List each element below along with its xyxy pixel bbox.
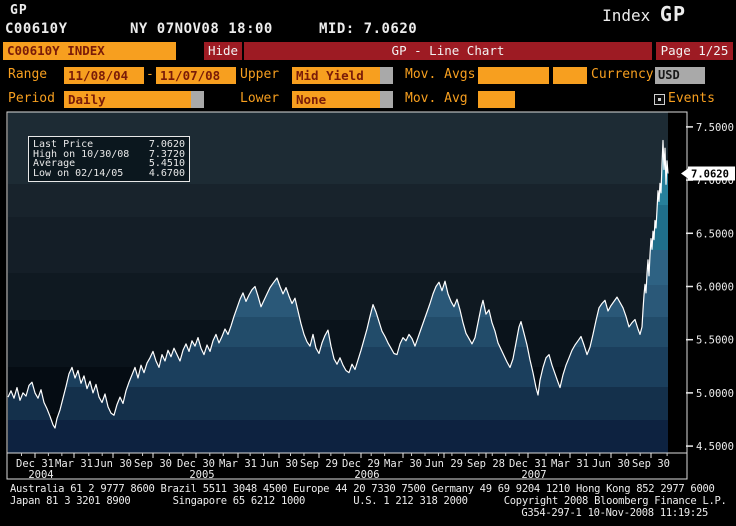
x-tick-label: Mar 31 [551, 458, 589, 470]
line-chart: 7.50007.00006.50006.00005.50005.00004.50… [0, 0, 736, 526]
x-year-label: 2005 [189, 469, 214, 481]
x-axis: Dec 312004Mar 31Jun 30Sep 30Dec 302005Ma… [16, 453, 670, 481]
x-tick-label: Jun 30 [592, 458, 630, 470]
footer-contacts-line2: Japan 81 3 3201 8900 Singapore 65 6212 1… [10, 495, 727, 507]
x-tick-label: Sep 30 [134, 458, 172, 470]
x-year-label: 2006 [354, 469, 379, 481]
chart-legend: Last Price7.0620 High on 10/30/087.3720 … [28, 136, 190, 182]
last-price-marker: 7.0620 [681, 166, 735, 180]
y-tick-label: 5.5000 [696, 335, 734, 347]
y-tick-label: 6.5000 [696, 228, 734, 240]
x-year-label: 2004 [28, 469, 53, 481]
x-tick-label: Mar 31 [219, 458, 257, 470]
x-tick-label: Jun 30 [260, 458, 298, 470]
y-tick-label: 4.5000 [696, 441, 734, 453]
y-tick-label: 7.5000 [696, 122, 734, 134]
x-tick-label: Jun 29 [425, 458, 463, 470]
last-price-label: 7.0620 [691, 168, 729, 180]
x-tick-label: Mar 30 [384, 458, 422, 470]
x-tick-label: Sep 28 [467, 458, 505, 470]
x-year-label: 2007 [521, 469, 546, 481]
x-tick-label: Jun 30 [94, 458, 132, 470]
x-tick-label: Sep 30 [632, 458, 670, 470]
y-tick-label: 5.0000 [696, 388, 734, 400]
x-tick-label: Mar 31 [55, 458, 93, 470]
footer-terminal-id: G354-297-1 10-Nov-2008 11:19:25 [521, 507, 708, 519]
legend-row: Low on 02/14/054.6700 [33, 169, 185, 179]
footer-contacts-line1: Australia 61 2 9777 8600 Brazil 5511 304… [10, 483, 715, 495]
x-tick-label: Sep 29 [300, 458, 338, 470]
bloomberg-terminal-screen: GP Index GP C00610Y NY 07NOV08 18:00 MID… [0, 0, 736, 526]
y-tick-label: 6.0000 [696, 281, 734, 293]
